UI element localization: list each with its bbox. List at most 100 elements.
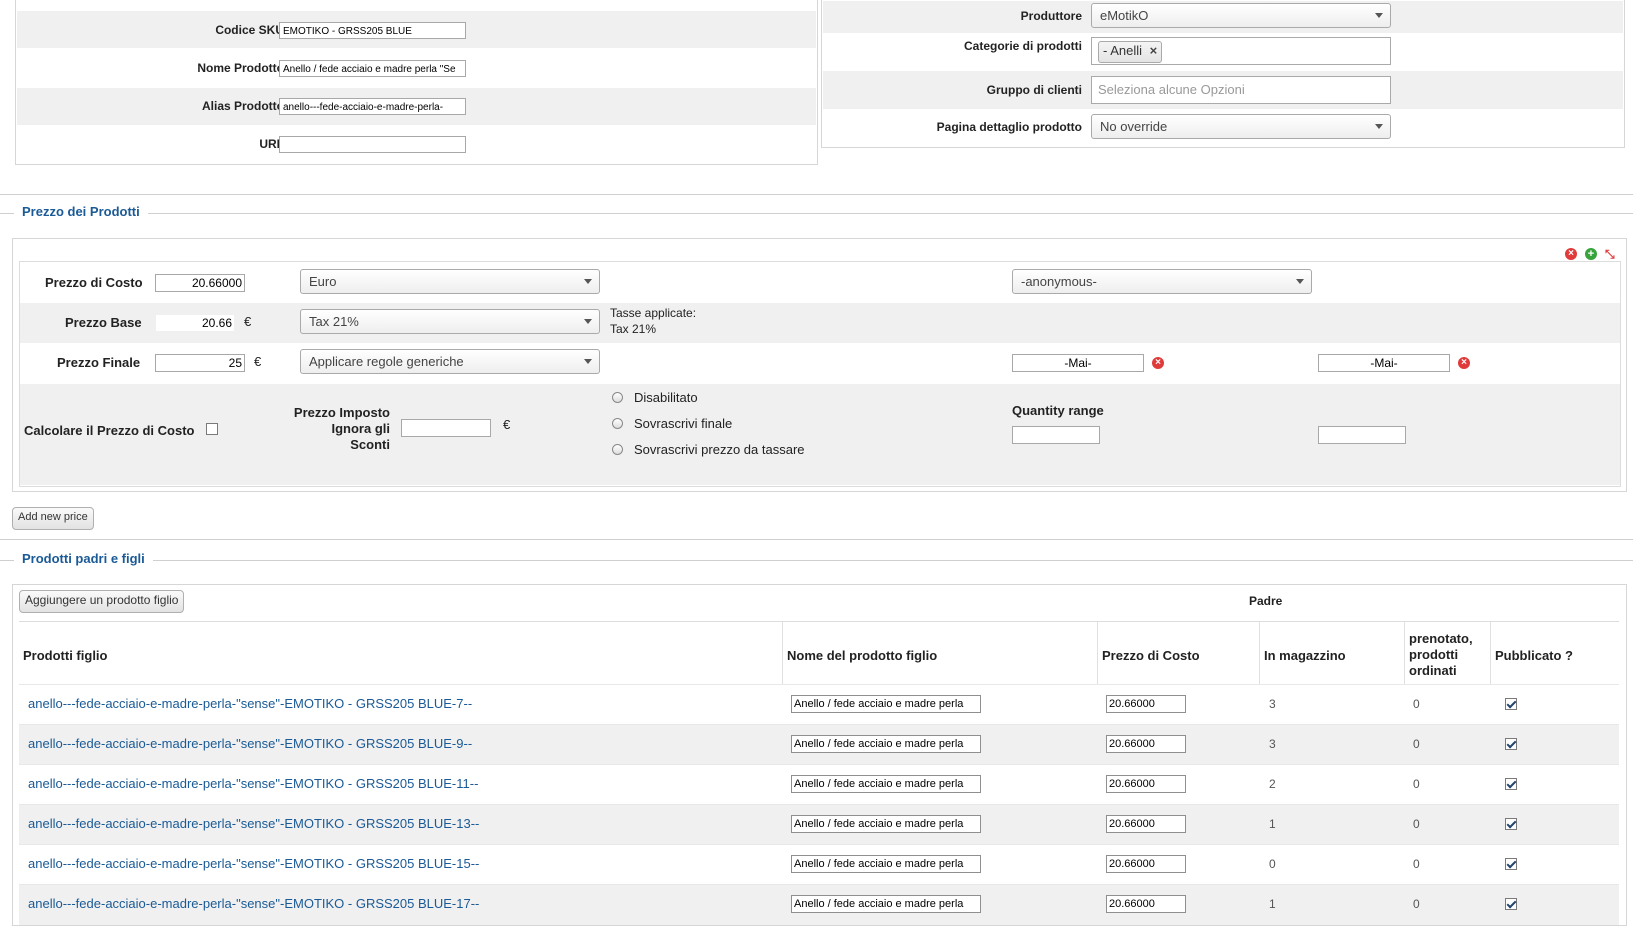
- remove-price-icon[interactable]: ×: [1565, 248, 1577, 260]
- quantity-from-input[interactable]: [1012, 426, 1100, 444]
- categories-multiselect[interactable]: - Anelli ×: [1091, 37, 1391, 65]
- child-cost-input[interactable]: 20.66000: [1106, 775, 1186, 793]
- child-name-input[interactable]: Anello / fede acciaio e madre perla: [791, 695, 981, 713]
- child-product-link[interactable]: anello---fede-acciaio-e-madre-perla-"sen…: [28, 776, 478, 791]
- date-from-input[interactable]: -Mai-: [1012, 354, 1144, 372]
- override-price-input[interactable]: [401, 419, 491, 437]
- quantity-to-input[interactable]: [1318, 426, 1406, 444]
- published-checkbox[interactable]: [1505, 818, 1517, 830]
- detail-page-select[interactable]: No override: [1091, 114, 1391, 139]
- table-row: anello---fede-acciaio-e-madre-perla-"sen…: [19, 884, 1619, 925]
- chevron-down-icon: [1296, 279, 1304, 284]
- child-cost-input[interactable]: 20.66000: [1106, 895, 1186, 913]
- price-panel: × + ⤡ Prezzo di Costo 20.66000 Euro -ano…: [12, 238, 1627, 492]
- manufacturer-select[interactable]: eMotikO: [1091, 3, 1391, 28]
- child-ordered-value: 0: [1413, 857, 1420, 871]
- close-icon[interactable]: ×: [1150, 43, 1158, 58]
- children-legend: Prodotti padri e figli: [14, 551, 153, 566]
- clear-date-from-icon[interactable]: ×: [1152, 357, 1164, 369]
- legend-line: [0, 213, 1633, 214]
- header-child-name: Nome del prodotto figlio: [787, 648, 938, 663]
- child-name-input[interactable]: Anello / fede acciaio e madre perla: [791, 855, 981, 873]
- child-product-link[interactable]: anello---fede-acciaio-e-madre-perla-"sen…: [28, 696, 472, 711]
- shopper-group-value: -anonymous-: [1021, 274, 1097, 289]
- clear-date-to-icon[interactable]: ×: [1458, 357, 1470, 369]
- expand-icon[interactable]: ⤡: [1605, 247, 1615, 262]
- children-panel: Aggiungere un prodotto figlio Padre Prod…: [12, 584, 1627, 926]
- customer-group-input[interactable]: Seleziona alcune Opzioni: [1091, 76, 1391, 104]
- table-row: anello---fede-acciaio-e-madre-perla-"sen…: [19, 764, 1619, 805]
- sku-input[interactable]: EMOTIKO - GRSS205 BLUE: [279, 22, 466, 39]
- shopper-group-select[interactable]: -anonymous-: [1012, 269, 1312, 294]
- rules-select[interactable]: Applicare regole generiche: [300, 349, 600, 374]
- child-product-link[interactable]: anello---fede-acciaio-e-madre-perla-"sen…: [28, 896, 479, 911]
- table-row: anello---fede-acciaio-e-madre-perla-"sen…: [19, 804, 1619, 845]
- child-cost-input[interactable]: 20.66000: [1106, 855, 1186, 873]
- override-label-3: Sconti: [350, 437, 390, 452]
- child-name-input[interactable]: Anello / fede acciaio e madre perla: [791, 895, 981, 913]
- add-price-icon[interactable]: +: [1585, 248, 1597, 260]
- chevron-down-icon: [584, 279, 592, 284]
- base-price-currency: €: [244, 314, 252, 329]
- cost-price-input[interactable]: 20.66000: [155, 274, 245, 292]
- chevron-down-icon: [584, 359, 592, 364]
- product-info-panel: Codice SKU EMOTIKO - GRSS205 BLUE Nome P…: [15, 0, 818, 165]
- category-chip-label: - Anelli: [1103, 43, 1143, 58]
- taxes-applied-value: Tax 21%: [610, 322, 657, 336]
- product-name-label: Nome Prodotto: [197, 61, 284, 75]
- quantity-range-label: Quantity range: [1012, 403, 1104, 418]
- alias-input[interactable]: anello---fede-acciaio-e-madre-perla-: [279, 98, 466, 115]
- child-stock-value: 3: [1269, 737, 1276, 751]
- base-price-row: [20, 303, 1620, 343]
- product-name-input[interactable]: Anello / fede acciaio e madre perla "Se: [279, 60, 466, 77]
- override-label-2: Ignora gli: [331, 421, 391, 436]
- child-product-link[interactable]: anello---fede-acciaio-e-madre-perla-"sen…: [28, 856, 479, 871]
- radio-override-taxable[interactable]: [612, 444, 623, 455]
- price-rows: Prezzo di Costo 20.66000 Euro -anonymous…: [19, 261, 1621, 487]
- child-name-input[interactable]: Anello / fede acciaio e madre perla: [791, 775, 981, 793]
- child-product-link[interactable]: anello---fede-acciaio-e-madre-perla-"sen…: [28, 816, 479, 831]
- final-price-input[interactable]: 25: [155, 354, 245, 372]
- base-price-value: 20.66: [155, 314, 235, 332]
- product-meta-panel: Produttore eMotikO Categorie di prodotti…: [821, 0, 1625, 148]
- child-stock-value: 1: [1269, 817, 1276, 831]
- add-new-price-button[interactable]: Add new price: [12, 507, 94, 530]
- child-cost-input[interactable]: 20.66000: [1106, 735, 1186, 753]
- child-name-input[interactable]: Anello / fede acciaio e madre perla: [791, 815, 981, 833]
- child-ordered-value: 0: [1413, 897, 1420, 911]
- tax-select[interactable]: Tax 21%: [300, 309, 600, 334]
- child-name-input[interactable]: Anello / fede acciaio e madre perla: [791, 735, 981, 753]
- manufacturer-label: Produttore: [1020, 9, 1082, 23]
- published-checkbox[interactable]: [1505, 898, 1517, 910]
- published-checkbox[interactable]: [1505, 858, 1517, 870]
- published-checkbox[interactable]: [1505, 698, 1517, 710]
- currency-select[interactable]: Euro: [300, 269, 600, 294]
- tax-value: Tax 21%: [309, 314, 359, 329]
- sku-label: Codice SKU: [215, 23, 284, 37]
- radio-override-final-label: Sovrascrivi finale: [634, 416, 733, 431]
- date-to-input[interactable]: -Mai-: [1318, 354, 1450, 372]
- header-reserved-2: prodotti: [1409, 647, 1459, 662]
- radio-override-final[interactable]: [612, 418, 623, 429]
- published-checkbox[interactable]: [1505, 738, 1517, 750]
- child-cost-input[interactable]: 20.66000: [1106, 815, 1186, 833]
- add-child-button[interactable]: Aggiungere un prodotto figlio: [19, 590, 185, 613]
- published-checkbox[interactable]: [1505, 778, 1517, 790]
- header-reserved-1: prenotato,: [1409, 631, 1473, 646]
- manufacturer-value: eMotikO: [1100, 8, 1149, 23]
- children-table: Prodotti figlio Nome del prodotto figlio…: [19, 621, 1619, 925]
- table-row: anello---fede-acciaio-e-madre-perla-"sen…: [19, 684, 1619, 725]
- url-input[interactable]: [279, 136, 466, 153]
- url-label: URL: [259, 137, 284, 151]
- final-price-label: Prezzo Finale: [57, 355, 141, 370]
- base-price-label: Prezzo Base: [65, 315, 142, 330]
- customer-group-label: Gruppo di clienti: [986, 83, 1082, 97]
- detail-page-value: No override: [1100, 119, 1168, 134]
- override-label-1: Prezzo Imposto: [293, 405, 390, 420]
- radio-override-taxable-label: Sovrascrivi prezzo da tassare: [634, 442, 805, 457]
- calc-cost-checkbox[interactable]: [206, 423, 218, 435]
- header-child: Prodotti figlio: [23, 648, 108, 663]
- child-product-link[interactable]: anello---fede-acciaio-e-madre-perla-"sen…: [28, 736, 472, 751]
- radio-disabled[interactable]: [612, 392, 623, 403]
- child-cost-input[interactable]: 20.66000: [1106, 695, 1186, 713]
